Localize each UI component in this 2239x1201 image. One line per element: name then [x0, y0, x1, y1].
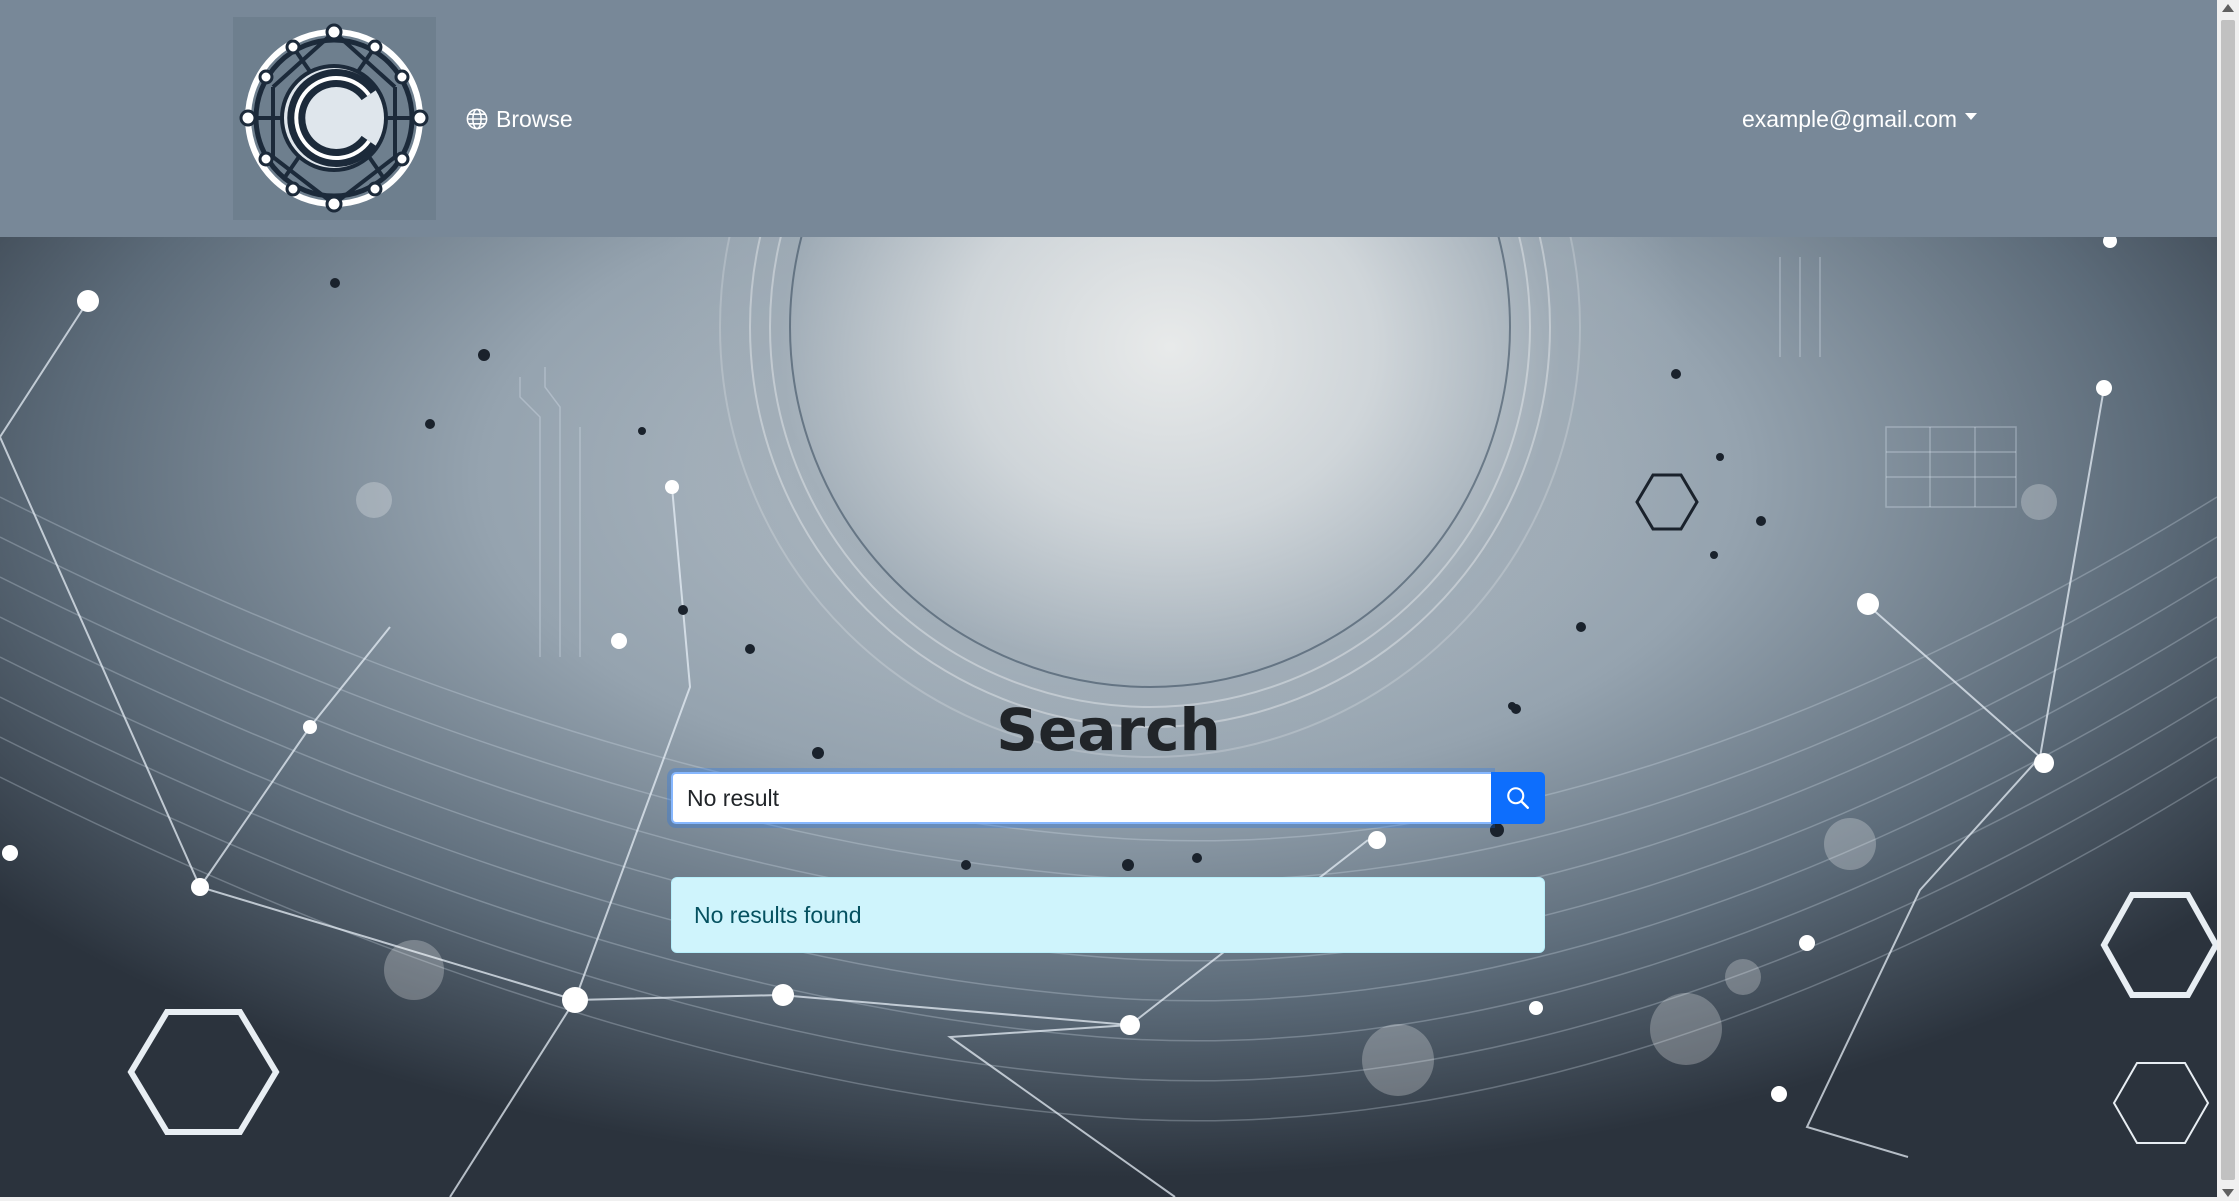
- browse-label: Browse: [496, 105, 573, 132]
- vertical-scrollbar[interactable]: [2217, 0, 2239, 1201]
- no-results-message: No results found: [694, 901, 862, 928]
- hero-background: Search: [0, 237, 2217, 1197]
- scrollbar-thumb[interactable]: [2221, 20, 2235, 1180]
- circuit-c-logo-icon: [239, 23, 429, 213]
- caret-down-icon: [1965, 112, 1978, 120]
- search-input[interactable]: [671, 772, 1491, 824]
- user-account-dropdown[interactable]: example@gmail.com: [1742, 102, 1978, 136]
- page-title: Search: [996, 696, 1221, 764]
- top-navbar: Browse example@gmail.com: [0, 0, 2217, 237]
- globe-icon: [466, 108, 488, 130]
- scroll-up-icon[interactable]: [2222, 4, 2234, 12]
- scroll-down-icon[interactable]: [2222, 1189, 2234, 1197]
- search-icon: [1507, 787, 1529, 809]
- search-button[interactable]: [1491, 772, 1545, 824]
- no-results-alert: No results found: [671, 877, 1545, 953]
- user-email: example@gmail.com: [1742, 105, 1958, 132]
- window-bottom-edge: [0, 1197, 2217, 1201]
- brand-logo[interactable]: [233, 17, 436, 220]
- search-form: [671, 772, 1545, 824]
- browse-link[interactable]: Browse: [466, 102, 573, 136]
